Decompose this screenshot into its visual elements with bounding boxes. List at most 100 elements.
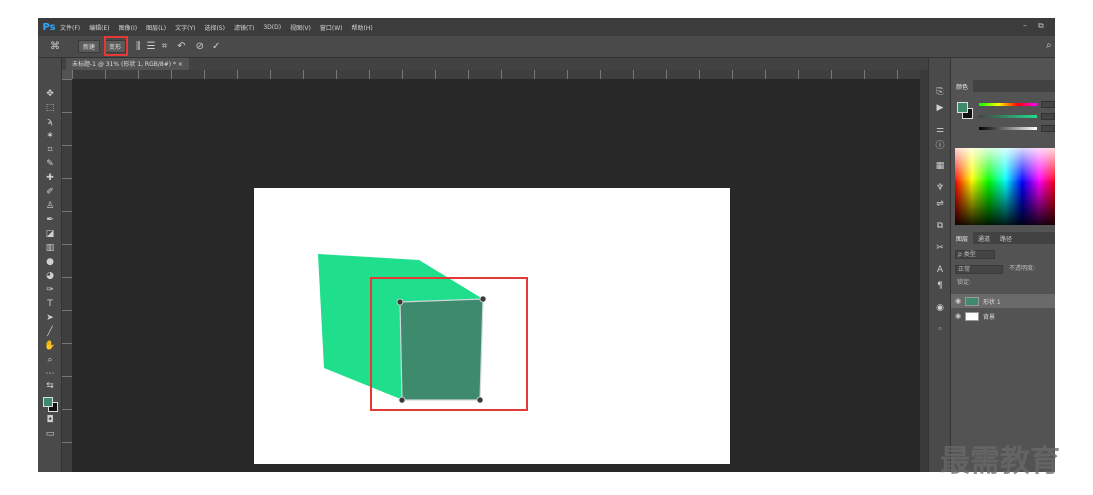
menu-window[interactable]: 窗口(W) — [320, 23, 343, 32]
menu-view[interactable]: 视图(V) — [290, 23, 311, 32]
blur-tool-icon[interactable]: ● — [42, 256, 58, 268]
eraser-tool-icon[interactable]: ◪ — [42, 228, 58, 240]
watermark-text: 最需教育 — [940, 444, 1060, 479]
saturation-value[interactable] — [1041, 113, 1055, 120]
new-button[interactable]: 新建 — [78, 40, 101, 53]
document-tab-title: 未标题-1 @ 31% (形状 1, RGB/8#) * — [72, 61, 176, 68]
eye-icon[interactable]: ◉ — [951, 297, 965, 305]
zoom-tool-icon[interactable]: ⌕ — [42, 354, 58, 366]
quick-mask-icon[interactable]: ◘ — [42, 414, 58, 426]
menu-help[interactable]: 帮助(H) — [352, 23, 373, 32]
layer-name: 形状 1 — [983, 298, 1001, 306]
info-icon[interactable]: ⓘ — [933, 140, 947, 152]
properties-icon[interactable]: ⇌ — [933, 198, 947, 210]
play-icon[interactable]: ▶ — [933, 102, 947, 114]
color-panel-tabs: 颜色 — [951, 80, 1055, 92]
menu-type[interactable]: 文字(Y) — [175, 23, 195, 32]
vertical-scrollbar[interactable] — [920, 70, 928, 472]
character-icon[interactable]: A — [933, 264, 947, 276]
brightness-value[interactable] — [1041, 125, 1055, 132]
panel-dock: ⎘ ▶ ⚌ ⓘ ▦ ♆ ⇌ ⧉ ✂ A ¶ ◉ ◦ — [928, 58, 950, 472]
pen-tool-icon[interactable]: ✑ — [42, 284, 58, 296]
history-icon[interactable]: ⎘ — [933, 86, 947, 98]
healing-brush-icon[interactable]: ✚ — [42, 172, 58, 184]
search-icon[interactable]: ⌕ — [1046, 40, 1052, 51]
tab-paths[interactable]: 路径 — [995, 232, 1017, 244]
layer-thumbnail — [965, 311, 979, 321]
tools-panel: ✥ ⬚ ϡ ✶ ⌗ ✎ ✚ ✐ ♙ ✒ ◪ ▥ ● ◕ ✑ T ➤ ╱ ✋ ⌕ … — [38, 58, 62, 472]
magic-wand-icon[interactable]: ✶ — [42, 130, 58, 142]
opacity-label: 不透明度: — [1009, 265, 1036, 272]
minimize-icon[interactable]: – — [1023, 21, 1027, 30]
horizontal-ruler — [72, 70, 942, 79]
panel-foreground-swatch[interactable] — [957, 102, 968, 113]
photoshop-window: Ps 文件(F) 编辑(E) 图像(I) 图层(L) 文字(Y) 选择(S) 滤… — [38, 18, 1055, 472]
warp-tool-icon: ⌘ — [50, 41, 60, 52]
lock-label: 锁定: — [957, 279, 972, 286]
eyedropper-icon[interactable]: ✎ — [42, 158, 58, 170]
cancel-icon[interactable]: ⊘ — [196, 41, 204, 52]
tab-channels[interactable]: 通道 — [973, 232, 995, 244]
clone-source-icon[interactable]: ⧉ — [933, 220, 947, 232]
canvas-workspace[interactable] — [72, 79, 920, 472]
crop-tool-icon[interactable]: ⌗ — [42, 144, 58, 156]
history-brush-icon[interactable]: ✒ — [42, 214, 58, 226]
swatches-icon[interactable]: ▦ — [933, 160, 947, 172]
menu-edit[interactable]: 编辑(E) — [89, 23, 109, 32]
hue-value[interactable] — [1041, 101, 1055, 108]
marquee-tool-icon[interactable]: ⬚ — [42, 102, 58, 114]
tab-layers[interactable]: 图层 — [951, 232, 974, 244]
menu-filter[interactable]: 滤镜(T) — [234, 23, 254, 32]
undo-warp-icon[interactable]: ↶ — [177, 41, 185, 52]
move-tool-icon[interactable]: ✥ — [42, 88, 58, 100]
menu-image[interactable]: 图像(I) — [119, 23, 137, 32]
timeline-icon[interactable]: ◦ — [933, 324, 947, 336]
color-spectrum[interactable] — [955, 148, 1055, 225]
grid-icon[interactable]: ⌗ — [162, 41, 168, 52]
layer-filter-input[interactable]: ρ 类型 — [955, 250, 995, 259]
align-icon[interactable]: ⫼ — [136, 41, 141, 52]
vertical-ruler — [62, 79, 72, 472]
menu-bar: Ps 文件(F) 编辑(E) 图像(I) 图层(L) 文字(Y) 选择(S) 滤… — [38, 18, 1055, 36]
brightness-slider[interactable] — [979, 127, 1037, 130]
3d-icon[interactable]: ◉ — [933, 302, 947, 314]
more-tools-icon[interactable]: ⋯ — [42, 368, 58, 380]
saturation-slider[interactable] — [979, 115, 1037, 118]
dodge-tool-icon[interactable]: ◕ — [42, 270, 58, 282]
eye-icon[interactable]: ◉ — [951, 312, 965, 320]
swap-colors-icon[interactable]: ⇆ — [42, 380, 58, 392]
adjust-icon[interactable]: ⚌ — [933, 124, 947, 136]
document-canvas[interactable] — [254, 188, 730, 464]
menu-layer[interactable]: 图层(L) — [146, 23, 166, 32]
gradient-tool-icon[interactable]: ▥ — [42, 242, 58, 254]
right-panels: 颜色 图层 通道 路径 ρ 类型 正常 不透明度: 锁定: ◉ 形状 1 ◉ 背… — [950, 58, 1055, 472]
tool-presets-icon[interactable]: ✂ — [933, 242, 947, 254]
screen-mode-icon[interactable]: ▭ — [42, 428, 58, 440]
layer-row-background[interactable]: ◉ 背景 — [951, 309, 1055, 323]
document-tabs: 未标题-1 @ 31% (形状 1, RGB/8#) * × — [62, 58, 942, 70]
stamp-tool-icon[interactable]: ♙ — [42, 200, 58, 212]
foreground-color-swatch[interactable] — [43, 397, 53, 407]
warp-button-highlight — [104, 36, 128, 56]
commit-icon[interactable]: ✓ — [212, 41, 220, 52]
hand-tool-icon[interactable]: ✋ — [42, 340, 58, 352]
blend-mode-select[interactable]: 正常 — [955, 265, 1003, 274]
close-icon[interactable]: × — [178, 61, 183, 68]
paragraph-icon[interactable]: ¶ — [933, 280, 947, 292]
brush-tool-icon[interactable]: ✐ — [42, 186, 58, 198]
layer-row-shape[interactable]: ◉ 形状 1 — [951, 294, 1055, 308]
layers-panel-tabs: 图层 通道 路径 — [951, 232, 1055, 244]
menu-select[interactable]: 选择(S) — [204, 23, 225, 32]
document-tab[interactable]: 未标题-1 @ 31% (形状 1, RGB/8#) * × — [66, 58, 189, 70]
line-tool-icon[interactable]: ╱ — [42, 326, 58, 338]
type-tool-icon[interactable]: T — [42, 298, 58, 310]
tab-color[interactable]: 颜色 — [951, 80, 974, 92]
path-select-icon[interactable]: ➤ — [42, 312, 58, 324]
menu-file[interactable]: 文件(F) — [60, 23, 80, 32]
restore-icon[interactable]: ⧉ — [1038, 21, 1044, 31]
menu-3d[interactable]: 3D(D) — [263, 24, 281, 31]
lasso-tool-icon[interactable]: ϡ — [42, 116, 58, 128]
brush-preset-icon[interactable]: ♆ — [933, 182, 947, 194]
hue-slider[interactable] — [979, 103, 1037, 106]
distribute-icon[interactable]: ☰ — [147, 41, 156, 52]
